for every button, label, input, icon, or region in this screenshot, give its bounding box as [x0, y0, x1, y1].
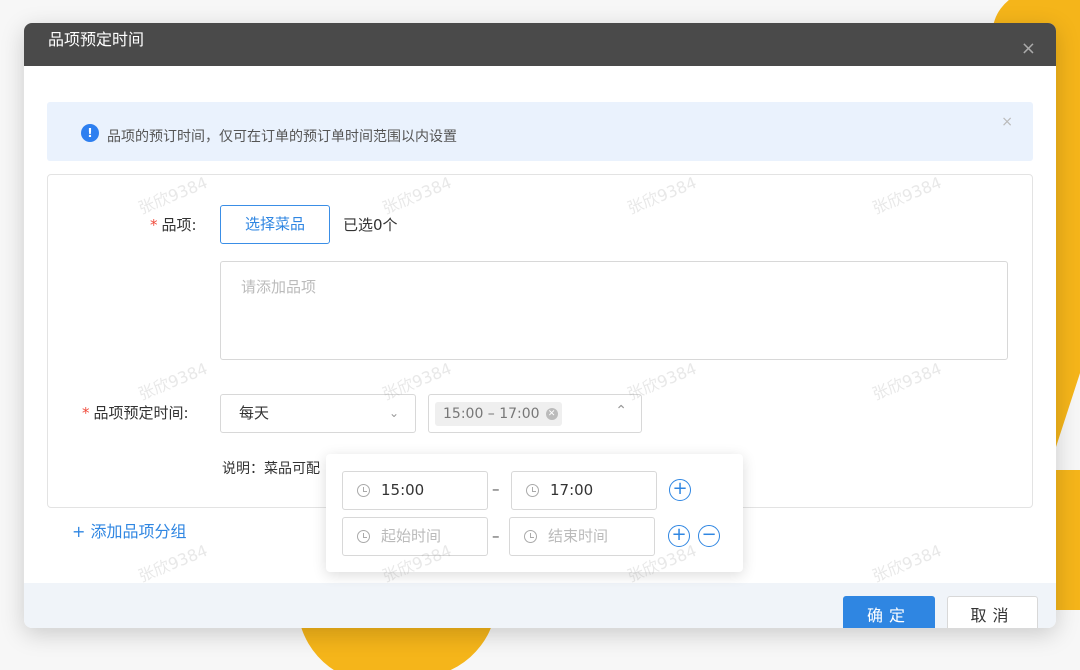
close-icon[interactable]: × — [1021, 32, 1036, 65]
required-mark: * — [82, 404, 90, 422]
required-mark: * — [150, 216, 158, 234]
modal-header: 品项预定时间 × — [24, 23, 1056, 66]
add-time-range-icon[interactable]: + — [669, 479, 691, 501]
clock-icon — [524, 530, 537, 543]
range-separator: – — [492, 480, 500, 498]
start-time-value: 15:00 — [381, 481, 425, 499]
end-time-input[interactable]: 结束时间 — [509, 517, 655, 556]
frequency-value: 每天 — [239, 404, 270, 422]
chevron-down-icon: ⌄ — [388, 406, 399, 420]
info-alert: ! 品项的预订时间，仅可在订单的预订单时间范围以内设置 × — [47, 102, 1033, 161]
item-textarea[interactable]: 请添加品项 — [220, 261, 1008, 360]
remove-time-range-icon[interactable]: − — [698, 525, 720, 547]
item-label: * 品项: — [150, 216, 197, 234]
textarea-placeholder: 请添加品项 — [241, 278, 317, 296]
alert-text: 品项的预订时间，仅可在订单的预订单时间范围以内设置 — [107, 129, 457, 145]
clock-icon — [526, 484, 539, 497]
time-range-popover: 15:00 – 17:00 + 起始时间 – 结束时间 + − — [326, 454, 743, 572]
frequency-select[interactable]: 每天 ⌄ — [220, 394, 416, 433]
select-dish-button[interactable]: 选择菜品 — [220, 205, 330, 244]
modal-title: 品项预定时间 — [48, 30, 145, 49]
start-time-input[interactable]: 起始时间 — [342, 517, 488, 556]
confirm-button[interactable]: 确定 — [843, 596, 935, 628]
schedule-label: * 品项预定时间: — [82, 404, 189, 422]
alert-close-icon[interactable]: × — [1001, 114, 1013, 130]
cancel-button[interactable]: 取消 — [947, 596, 1038, 628]
info-icon: ! — [81, 124, 99, 142]
start-time-input[interactable]: 15:00 — [342, 471, 488, 510]
add-item-group-link[interactable]: + 添加品项分组 — [72, 518, 187, 542]
time-tag-label: 15:00 – 17:00 — [443, 406, 540, 422]
end-time-placeholder: 结束时间 — [548, 527, 609, 545]
end-time-value: 17:00 — [550, 481, 594, 499]
chevron-up-icon: ⌃ — [615, 403, 627, 419]
time-range-select[interactable]: 15:00 – 17:00 ✕ ⌃ — [428, 394, 642, 433]
time-tag: 15:00 – 17:00 ✕ — [435, 402, 562, 426]
tag-remove-icon[interactable]: ✕ — [545, 408, 558, 420]
clock-icon — [357, 530, 370, 543]
clock-icon — [357, 484, 370, 497]
range-separator: – — [492, 527, 500, 545]
start-time-placeholder: 起始时间 — [381, 527, 442, 545]
add-time-range-icon[interactable]: + — [668, 525, 690, 547]
selected-count: 已选0个 — [343, 216, 398, 234]
end-time-input[interactable]: 17:00 — [511, 471, 657, 510]
note-text: 说明：菜品可配 — [222, 461, 320, 477]
